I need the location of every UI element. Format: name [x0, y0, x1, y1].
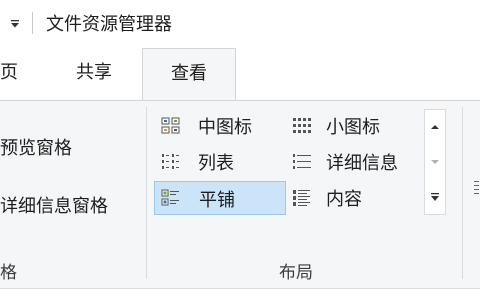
small-icons-icon: [293, 118, 311, 133]
gallery-expand-button[interactable]: [425, 180, 445, 214]
gallery-scrollbar: [424, 109, 446, 215]
list-icon: [162, 154, 179, 169]
medium-icons-label: 中图标: [198, 117, 252, 138]
gallery-scroll-down-button[interactable]: [425, 145, 445, 179]
details-label: 详细信息: [326, 153, 398, 174]
tab-home[interactable]: 页: [0, 48, 22, 100]
quick-access-dropdown-icon[interactable]: [10, 19, 20, 29]
small-icons-label: 小图标: [326, 117, 380, 138]
list-label: 列表: [198, 153, 234, 174]
tiles-icon: [161, 189, 179, 206]
title-separator: [32, 12, 33, 34]
ribbon-panel: 预览窗格 详细信息窗格 格 中图标 小图标 列表 详细信息 平铺 内容 布局: [0, 100, 480, 288]
gallery-scroll-up-button[interactable]: [425, 110, 445, 144]
layout-gallery: 中图标 小图标 列表 详细信息 平铺 内容: [154, 109, 424, 215]
medium-icons-icon: [161, 117, 180, 134]
details-pane-button[interactable]: 详细信息窗格: [0, 192, 108, 218]
content-label: 内容: [326, 189, 362, 210]
layout-details[interactable]: 详细信息: [286, 145, 424, 179]
partial-next-group-icon: [474, 181, 479, 194]
layout-list[interactable]: 列表: [154, 145, 286, 179]
expand-more-icon: [431, 193, 439, 201]
ribbon-tabs: 页 共享 查看: [0, 48, 480, 101]
group-separator: [462, 107, 463, 279]
preview-pane-button[interactable]: 预览窗格: [0, 134, 72, 160]
details-icon: [293, 154, 311, 169]
layout-small-icons[interactable]: 小图标: [286, 109, 424, 143]
title-bar: 文件资源管理器: [0, 0, 480, 48]
chevron-up-icon: [431, 125, 439, 129]
content-icon: [293, 190, 310, 206]
chevron-down-icon: [431, 160, 439, 164]
tab-share[interactable]: 共享: [62, 48, 126, 100]
ribbon-bottom-border: [0, 288, 480, 300]
window-title: 文件资源管理器: [46, 14, 172, 35]
group-separator: [146, 107, 147, 279]
layout-medium-icons[interactable]: 中图标: [154, 109, 286, 143]
tiles-label: 平铺: [199, 190, 235, 211]
layout-group-label: 布局: [279, 263, 313, 283]
tab-view[interactable]: 查看: [142, 48, 236, 101]
layout-content[interactable]: 内容: [286, 181, 424, 215]
panes-group-label: 格: [0, 263, 17, 283]
layout-tiles[interactable]: 平铺: [154, 181, 286, 215]
